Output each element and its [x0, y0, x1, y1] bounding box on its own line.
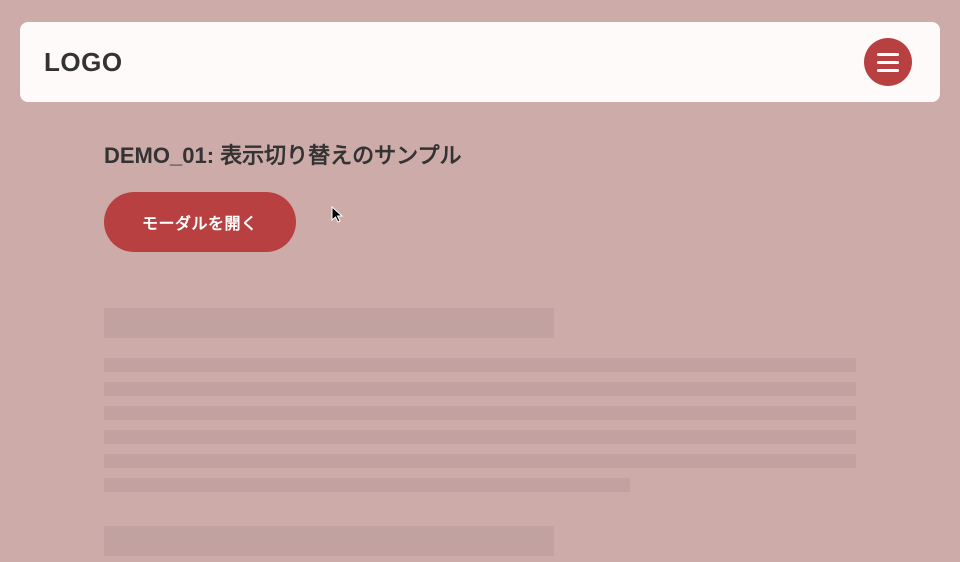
header-bar: LOGO — [20, 22, 940, 102]
main-content: DEMO_01: 表示切り替えのサンプル モーダルを開く — [0, 102, 960, 556]
hamburger-icon — [877, 61, 899, 64]
skeleton-line — [104, 430, 856, 444]
skeleton-line — [104, 358, 856, 372]
page-title: DEMO_01: 表示切り替えのサンプル — [104, 138, 856, 170]
hamburger-icon — [877, 69, 899, 72]
skeleton-block-1 — [104, 308, 856, 492]
open-modal-button[interactable]: モーダルを開く — [104, 192, 296, 252]
menu-button[interactable] — [864, 38, 912, 86]
hamburger-icon — [877, 53, 899, 56]
skeleton-line — [104, 382, 856, 396]
skeleton-heading — [104, 308, 554, 338]
skeleton-line — [104, 406, 856, 420]
logo[interactable]: LOGO — [44, 47, 123, 78]
skeleton-heading — [104, 526, 554, 556]
skeleton-line — [104, 478, 630, 492]
skeleton-block-2 — [104, 526, 856, 556]
skeleton-line — [104, 454, 856, 468]
